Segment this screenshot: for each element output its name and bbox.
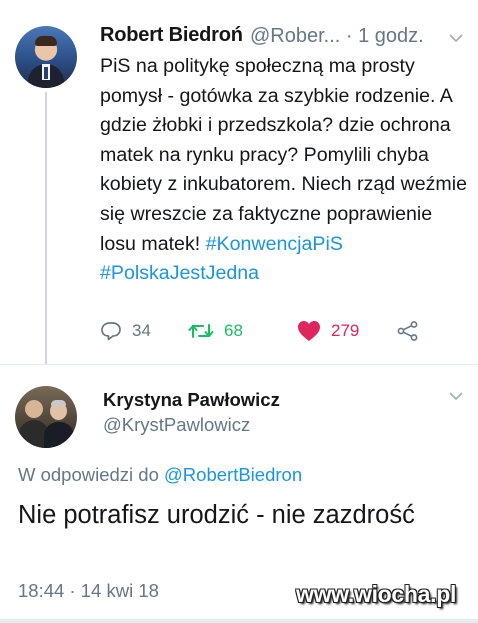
chevron-down-icon[interactable] xyxy=(449,30,463,46)
reply-count: 34 xyxy=(132,321,151,340)
avatar-figure xyxy=(51,400,66,406)
tweet-actions: 34 68 279 xyxy=(100,318,430,344)
author-avatar[interactable] xyxy=(15,26,77,88)
hashtag-link[interactable]: #PolskaJestJedna xyxy=(100,262,259,284)
author-handle-time[interactable]: @Rober... · 1 godz. xyxy=(250,25,424,48)
reply-author-name[interactable]: Krystyna Pawłowicz xyxy=(103,389,280,411)
reply-text: Nie potrafisz urodzić - nie zazdrość xyxy=(18,501,415,529)
tweet-time[interactable]: 1 godz. xyxy=(358,25,424,47)
reply-timestamp[interactable]: 18:44 · 14 kwi 18 xyxy=(18,580,159,602)
avatar-figure xyxy=(25,400,43,418)
reply-icon xyxy=(100,321,122,341)
author-handle[interactable]: @Rober... xyxy=(250,25,340,47)
reply-author-handle[interactable]: @KrystPawlowicz xyxy=(103,414,250,436)
retweet-count: 68 xyxy=(224,321,243,340)
original-tweet: Robert Biedroń @Rober... · 1 godz. PiS n… xyxy=(0,0,478,364)
thread-line xyxy=(45,92,47,364)
replying-to: W odpowiedzi do @RobertBiedron xyxy=(18,464,302,486)
author-name[interactable]: Robert Biedroń xyxy=(100,24,243,47)
heart-icon xyxy=(297,320,321,342)
tweet-text: PiS na politykę społeczną ma prosty pomy… xyxy=(100,52,470,289)
reply-author-avatar[interactable] xyxy=(15,386,77,448)
hashtag-link[interactable]: #KonwencjaPiS xyxy=(206,233,343,255)
tweet-text-plain: PiS na politykę społeczną ma prosty pomy… xyxy=(100,55,467,255)
time-separator: · xyxy=(340,25,359,47)
share-button[interactable] xyxy=(397,318,419,344)
replying-to-mention[interactable]: @RobertBiedron xyxy=(164,464,302,485)
like-count: 279 xyxy=(331,321,360,340)
avatar-figure xyxy=(44,422,74,448)
chevron-down-icon[interactable] xyxy=(449,388,463,404)
reply-button[interactable]: 34 xyxy=(100,318,151,344)
bottom-divider xyxy=(0,619,478,623)
site-watermark: www.wiocha.pl xyxy=(296,581,457,607)
share-icon xyxy=(397,321,419,341)
retweet-icon xyxy=(188,321,214,341)
replying-prefix: W odpowiedzi do xyxy=(18,464,165,485)
avatar-tie xyxy=(44,67,48,79)
tweet-divider xyxy=(0,364,478,365)
like-button[interactable]: 279 xyxy=(297,318,359,344)
avatar-hair xyxy=(35,36,57,46)
retweet-button[interactable]: 68 xyxy=(188,318,243,344)
